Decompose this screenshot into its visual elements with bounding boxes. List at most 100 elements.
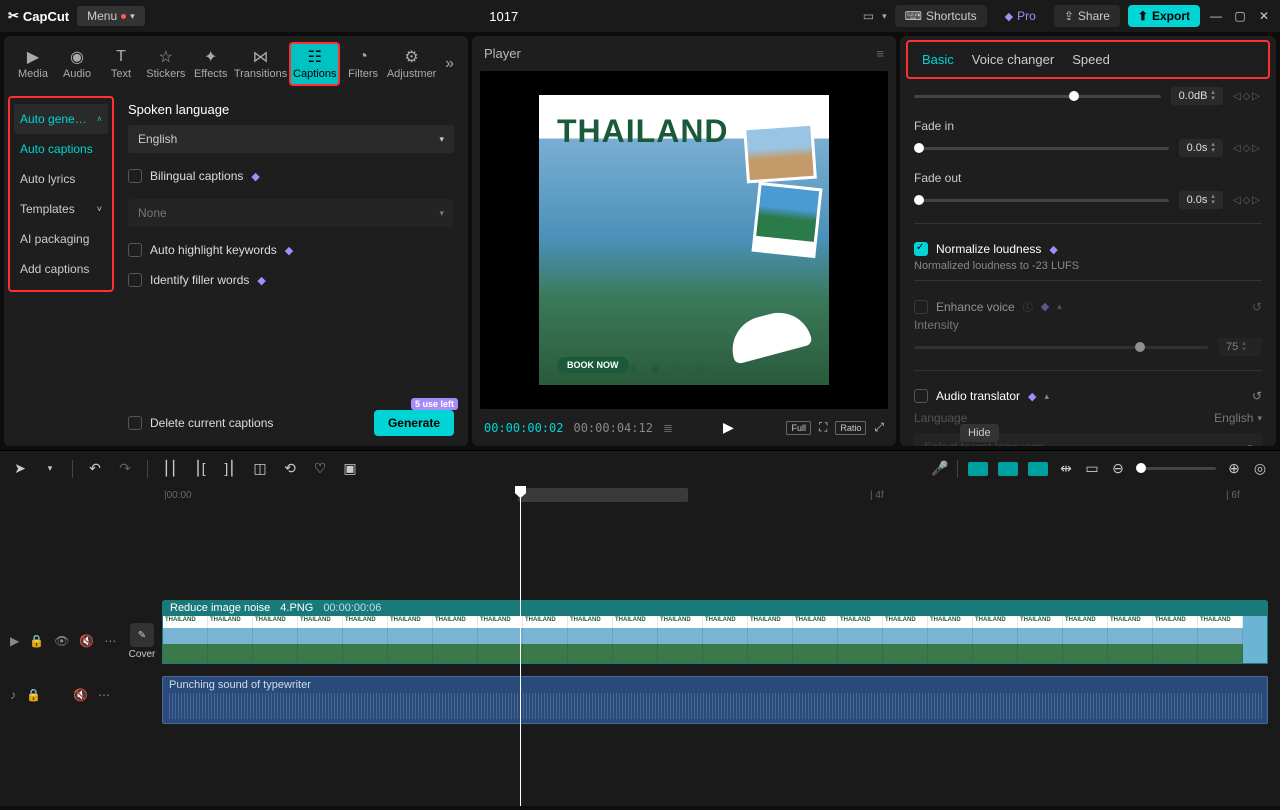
sidebar-auto-captions[interactable]: Auto captions — [14, 134, 108, 164]
bilingual-checkbox-row[interactable]: Bilingual captions ◆ — [128, 169, 454, 183]
mute-icon[interactable]: 🔇 — [73, 688, 88, 702]
playhead[interactable] — [520, 486, 521, 806]
split-right-tool[interactable]: ]⎮ — [222, 460, 238, 477]
more-icon[interactable]: ⋯ — [98, 688, 110, 702]
reverse-tool[interactable]: ⟲ — [282, 460, 298, 477]
tab-captions[interactable]: ☷Captions — [289, 42, 340, 86]
zoom-slider[interactable] — [1136, 467, 1216, 470]
language-value[interactable]: English — [1214, 411, 1253, 425]
tab-adjustment[interactable]: ⚙Adjustmer — [386, 44, 437, 84]
tab-effects[interactable]: ✦Effects — [190, 44, 232, 84]
cursor-tool[interactable]: ➤ — [12, 460, 28, 477]
close-button[interactable]: ✕ — [1256, 9, 1272, 23]
mic-icon[interactable]: 🎤 — [931, 460, 947, 477]
layout-icon[interactable]: ▭ — [863, 9, 874, 23]
shortcuts-button[interactable]: ⌨ Shortcuts — [895, 5, 987, 27]
generate-button[interactable]: 5 use left Generate — [374, 410, 454, 436]
highlight-checkbox-row[interactable]: Auto highlight keywords ◆ — [128, 243, 454, 257]
mute-icon[interactable]: 🔇 — [79, 634, 94, 648]
share-button[interactable]: ⇪ Share — [1054, 5, 1120, 27]
player-viewport[interactable]: THAILAND BOOK NOW ⊕ ◉ ⊙ ◎ — [480, 71, 888, 409]
export-button[interactable]: ⬆ Export — [1128, 5, 1200, 27]
cover-button[interactable]: ✎ Cover — [126, 623, 158, 660]
scrub-region[interactable] — [518, 488, 688, 502]
delete-captions-row[interactable]: Delete current captions — [128, 416, 273, 430]
timeline[interactable]: |00:00 | 4f | 6f ▶ 🔒 👁 🔇 ⋯ ♪ 🔒 🔇 ⋯ ✎ Cov… — [0, 486, 1280, 806]
audio-translator-row[interactable]: Audio translator ◆ ▴ ↺ — [914, 379, 1262, 407]
zoom-fit-icon[interactable]: ◎ — [1252, 460, 1268, 477]
audio-clip[interactable]: Punching sound of typewriter — [162, 676, 1268, 724]
sidebar-ai-packaging[interactable]: AI packaging — [14, 224, 108, 254]
fade-out-value[interactable]: 0.0s▴▾ — [1179, 191, 1223, 209]
lock-icon[interactable]: 🔒 — [26, 688, 41, 702]
redo-button[interactable]: ↷ — [117, 460, 133, 477]
sidebar-auto-generate[interactable]: Auto gene…˄ — [14, 104, 108, 134]
chevron-up-icon[interactable]: ▴ — [1045, 391, 1050, 402]
fade-out-slider[interactable] — [914, 199, 1169, 202]
chevron-down-icon[interactable]: ▾ — [42, 463, 58, 474]
chevron-up-icon[interactable]: ▴ — [1057, 301, 1062, 312]
spinner-icon[interactable]: ▴▾ — [1211, 142, 1215, 154]
crop-icon[interactable]: ⛶ — [819, 420, 827, 435]
keyframe-nav[interactable]: ◁◇▷ — [1233, 195, 1262, 206]
tab-audio[interactable]: ◉Audio — [56, 44, 98, 84]
preview-tool[interactable]: ▭ — [1084, 460, 1100, 477]
menu-icon[interactable]: ≡ — [876, 46, 884, 61]
checkbox-icon[interactable] — [128, 169, 142, 183]
tab-stickers[interactable]: ☆Stickers — [144, 44, 188, 84]
language-select[interactable]: English ▾ — [128, 125, 454, 153]
tab-text[interactable]: TText — [100, 44, 142, 84]
normalize-row[interactable]: Normalize loudness ◆ — [914, 232, 1262, 260]
volume-slider[interactable] — [914, 95, 1161, 98]
fade-in-slider[interactable] — [914, 147, 1169, 150]
tab-basic[interactable]: Basic — [922, 52, 954, 67]
split-left-tool[interactable]: ⎮[ — [192, 460, 208, 477]
checkbox-icon[interactable] — [128, 273, 142, 287]
checkbox-icon[interactable] — [914, 389, 928, 403]
sidebar-add-captions[interactable]: Add captions — [14, 254, 108, 284]
keyframe-nav[interactable]: ◁◇▷ — [1233, 91, 1262, 102]
checkbox-icon[interactable] — [128, 243, 142, 257]
play-button[interactable]: ▶ — [723, 419, 734, 436]
magnet-tool-3[interactable] — [1028, 462, 1048, 476]
maximize-button[interactable]: ▢ — [1232, 9, 1248, 23]
full-button[interactable]: Full — [786, 421, 811, 435]
timeline-ruler[interactable]: |00:00 | 4f | 6f — [160, 486, 1280, 506]
crop-tool[interactable]: ◫ — [252, 460, 268, 477]
checkbox-icon[interactable] — [914, 242, 928, 256]
link-tool[interactable]: ⇹ — [1058, 460, 1074, 477]
tabs-more-icon[interactable]: » — [439, 55, 460, 73]
chevron-down-icon[interactable]: ▾ — [1257, 413, 1262, 424]
enhance-voice-row[interactable]: Enhance voice ⓘ ◆ ▴ ↺ — [914, 289, 1262, 318]
minimize-button[interactable]: ― — [1208, 9, 1224, 23]
freeze-tool[interactable]: ▣ — [342, 460, 358, 477]
sidebar-templates[interactable]: Templates˅ — [14, 194, 108, 224]
chevron-down-icon[interactable]: ▾ — [882, 11, 887, 22]
tab-media[interactable]: ▶Media — [12, 44, 54, 84]
tab-transitions[interactable]: ⋈Transitions — [234, 44, 288, 84]
tab-filters[interactable]: ◔Filters — [342, 44, 384, 84]
magnet-tool-2[interactable] — [998, 462, 1018, 476]
filler-checkbox-row[interactable]: Identify filler words ◆ — [128, 273, 454, 287]
undo-button[interactable]: ↶ — [87, 460, 103, 477]
checkbox-icon[interactable] — [914, 300, 928, 314]
track-video-icon[interactable]: ▶ — [10, 634, 19, 648]
magnet-tool-1[interactable] — [968, 462, 988, 476]
split-tool[interactable]: ⎮⎮ — [162, 460, 178, 477]
more-icon[interactable]: ⋯ — [104, 634, 116, 648]
ratio-button[interactable]: Ratio — [835, 421, 866, 435]
sidebar-auto-lyrics[interactable]: Auto lyrics — [14, 164, 108, 194]
video-clip[interactable]: Reduce image noise 4.PNG 00:00:00:06 THA… — [162, 600, 1268, 668]
fullscreen-icon[interactable]: ⤢ — [874, 420, 884, 435]
lock-icon[interactable]: 🔒 — [29, 634, 44, 648]
pro-button[interactable]: ◆ Pro — [995, 5, 1046, 27]
eye-icon[interactable]: 👁 — [54, 634, 69, 648]
menu-button[interactable]: Menu ▾ — [77, 6, 145, 26]
reset-icon[interactable]: ↺ — [1252, 389, 1262, 403]
checkbox-icon[interactable] — [128, 416, 142, 430]
zoom-in-icon[interactable]: ⊕ — [1226, 460, 1242, 477]
volume-value[interactable]: 0.0dB▴▾ — [1171, 87, 1223, 105]
track-audio-icon[interactable]: ♪ — [10, 688, 16, 702]
shield-tool[interactable]: ♡ — [312, 460, 328, 477]
tab-voice-changer[interactable]: Voice changer — [972, 52, 1054, 67]
